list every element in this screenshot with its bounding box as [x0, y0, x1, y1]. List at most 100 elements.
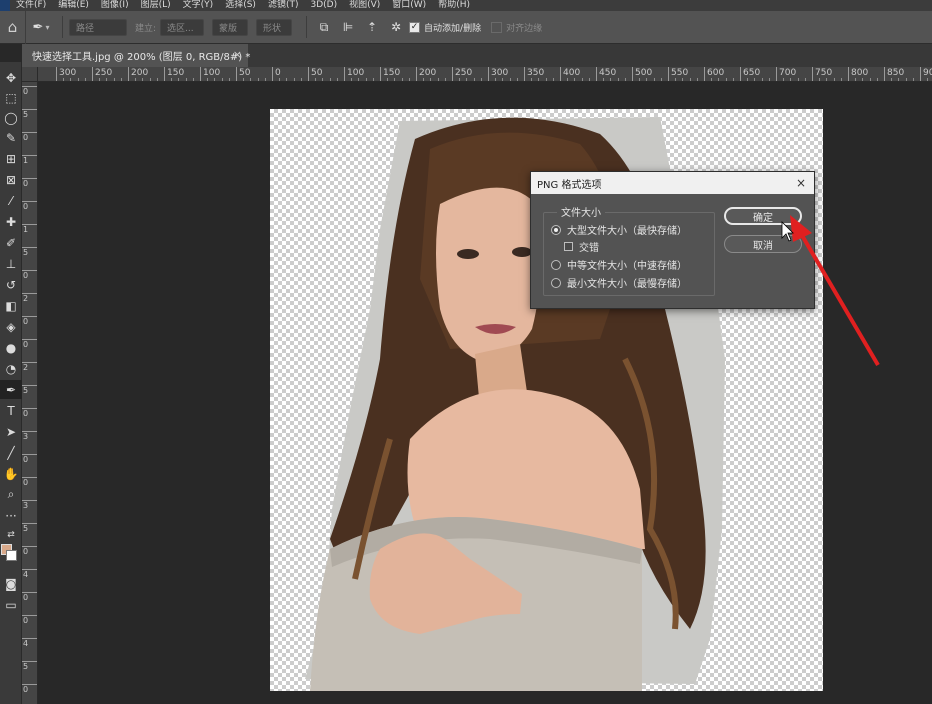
- align-edges-checkbox[interactable]: [491, 21, 503, 33]
- ruler-minor-tick: [574, 78, 576, 81]
- blur-icon[interactable]: ●: [0, 338, 22, 357]
- file-size-group-label: 文件大小: [557, 204, 605, 219]
- ruler-minor-tick: [243, 78, 245, 81]
- ruler-minor-tick: [797, 78, 799, 81]
- frame-icon[interactable]: ⊠: [0, 170, 22, 189]
- ruler-minor-tick: [927, 78, 929, 81]
- menu-window[interactable]: 窗口(W): [392, 0, 426, 11]
- gear-icon[interactable]: ✲: [385, 17, 407, 37]
- path-select-icon[interactable]: ➤: [0, 422, 22, 441]
- ruler-tick-label: 150: [380, 67, 400, 81]
- make-selection-button[interactable]: 选区...: [160, 18, 205, 36]
- lasso-icon[interactable]: ◯: [0, 108, 22, 127]
- marquee-icon[interactable]: ⬚: [0, 88, 22, 107]
- interlace-option[interactable]: 交错: [564, 239, 599, 254]
- healing-icon[interactable]: ✚: [0, 212, 22, 231]
- ruler-tick-label: 3: [22, 431, 37, 441]
- make-mask-button[interactable]: 蒙版: [212, 18, 249, 36]
- menu-type[interactable]: 文字(Y): [183, 0, 214, 11]
- pen-tool-preset-icon[interactable]: ✒ ▾: [26, 20, 56, 35]
- eraser-icon[interactable]: ◧: [0, 296, 22, 315]
- radio-unselected-icon[interactable]: [551, 277, 561, 288]
- ruler-minor-tick: [624, 78, 626, 81]
- interlace-label: 交错: [579, 243, 599, 254]
- menu-select[interactable]: 选择(S): [225, 0, 256, 11]
- ruler-minor-tick: [466, 78, 468, 81]
- path-arrangement-icon[interactable]: ⇡: [361, 17, 383, 37]
- radio-selected-icon[interactable]: [551, 224, 561, 235]
- quick-select-icon[interactable]: ✎: [0, 128, 22, 147]
- divider: [306, 16, 308, 38]
- brush-icon[interactable]: ✐: [0, 233, 22, 252]
- menu-file[interactable]: 文件(F): [16, 0, 46, 11]
- ruler-minor-tick: [840, 78, 842, 81]
- cancel-button[interactable]: 取消: [724, 235, 802, 253]
- home-icon[interactable]: ⌂: [0, 10, 26, 44]
- close-icon[interactable]: ×: [796, 176, 806, 190]
- document-tab[interactable]: 快速选择工具.jpg @ 200% (图层 0, RGB/8#) * ×: [22, 44, 250, 67]
- ruler-tick-label: 2: [22, 362, 37, 372]
- ruler-tick-label: 750: [812, 67, 832, 81]
- history-brush-icon[interactable]: ↺: [0, 275, 22, 294]
- ruler-minor-tick: [286, 78, 288, 81]
- ruler-minor-tick: [732, 78, 734, 81]
- menu-help[interactable]: 帮助(H): [438, 0, 470, 11]
- ruler-minor-tick: [444, 78, 446, 81]
- path-operations-icon[interactable]: ⧉: [313, 17, 335, 37]
- eyedropper-icon[interactable]: ⁄: [0, 191, 22, 210]
- document-tab-bar: 快速选择工具.jpg @ 200% (图层 0, RGB/8#) * ×: [22, 44, 932, 67]
- dodge-icon[interactable]: ◔: [0, 359, 22, 378]
- ruler-minor-tick: [891, 78, 893, 81]
- ruler-tick-label: 450: [596, 67, 616, 81]
- swap-colors-icon[interactable]: ⇄: [0, 525, 22, 544]
- ruler-minor-tick: [898, 78, 900, 81]
- ruler-minor-tick: [401, 78, 403, 81]
- interlace-checkbox[interactable]: [564, 242, 573, 251]
- type-icon[interactable]: T: [0, 401, 22, 420]
- make-shape-button[interactable]: 形状: [256, 18, 293, 36]
- ruler-tick-label: 0: [22, 132, 37, 142]
- radio-unselected-icon[interactable]: [551, 259, 561, 270]
- ruler-tick-label: 200: [128, 67, 148, 81]
- ruler-tick-label: 0: [22, 270, 37, 280]
- auto-add-delete-checkbox[interactable]: ✓: [409, 21, 421, 33]
- app-logo-icon: [0, 0, 10, 11]
- background-color-swatch[interactable]: [6, 550, 17, 561]
- ruler-tick-label: 0: [22, 178, 37, 188]
- ruler-minor-tick: [718, 78, 720, 81]
- close-icon[interactable]: ×: [233, 48, 242, 61]
- ruler-minor-tick: [142, 78, 144, 81]
- hand-icon[interactable]: ✋: [0, 464, 22, 483]
- stamp-icon[interactable]: ⊥: [0, 254, 22, 273]
- menu-bar: 文件(F) 编辑(E) 图像(I) 图层(L) 文字(Y) 选择(S) 滤镜(T…: [0, 0, 932, 11]
- menu-view[interactable]: 视图(V): [349, 0, 380, 11]
- ruler-minor-tick: [473, 78, 475, 81]
- quick-mask-icon[interactable]: ◙: [0, 574, 22, 593]
- pen-icon[interactable]: ✒: [0, 380, 22, 399]
- move-icon[interactable]: ✥: [0, 68, 22, 87]
- menu-edit[interactable]: 编辑(E): [58, 0, 89, 11]
- dialog-title-bar[interactable]: PNG 格式选项 ×: [531, 172, 814, 194]
- crop-icon[interactable]: ⊞: [0, 149, 22, 168]
- screen-mode-icon[interactable]: ▭: [0, 595, 22, 614]
- align-edges-label: 对齐边缘: [506, 23, 543, 34]
- mode-select[interactable]: 路径: [69, 18, 127, 36]
- large-file-size-option[interactable]: 大型文件大小（最快存储）: [551, 222, 687, 237]
- line-icon[interactable]: ╱: [0, 443, 22, 462]
- ok-button[interactable]: 确定: [724, 207, 802, 225]
- ruler-tick-label: 200: [416, 67, 436, 81]
- ruler-minor-tick: [545, 78, 547, 81]
- menu-image[interactable]: 图像(I): [101, 0, 129, 11]
- ruler-minor-tick: [329, 78, 331, 81]
- small-file-size-option[interactable]: 最小文件大小（最慢存储）: [551, 275, 687, 290]
- medium-file-size-option[interactable]: 中等文件大小（中速存储）: [551, 257, 687, 272]
- menu-layer[interactable]: 图层(L): [141, 0, 171, 11]
- zoom-icon[interactable]: ⌕: [0, 485, 22, 504]
- ruler-minor-tick: [250, 78, 252, 81]
- menu-3d[interactable]: 3D(D): [310, 0, 337, 11]
- paint-bucket-icon[interactable]: ◈: [0, 317, 22, 336]
- path-alignment-icon[interactable]: ⊫: [337, 17, 359, 37]
- more-icon[interactable]: ···: [0, 506, 22, 525]
- ruler-tick-label: 900: [920, 67, 932, 81]
- menu-filter[interactable]: 滤镜(T): [268, 0, 299, 11]
